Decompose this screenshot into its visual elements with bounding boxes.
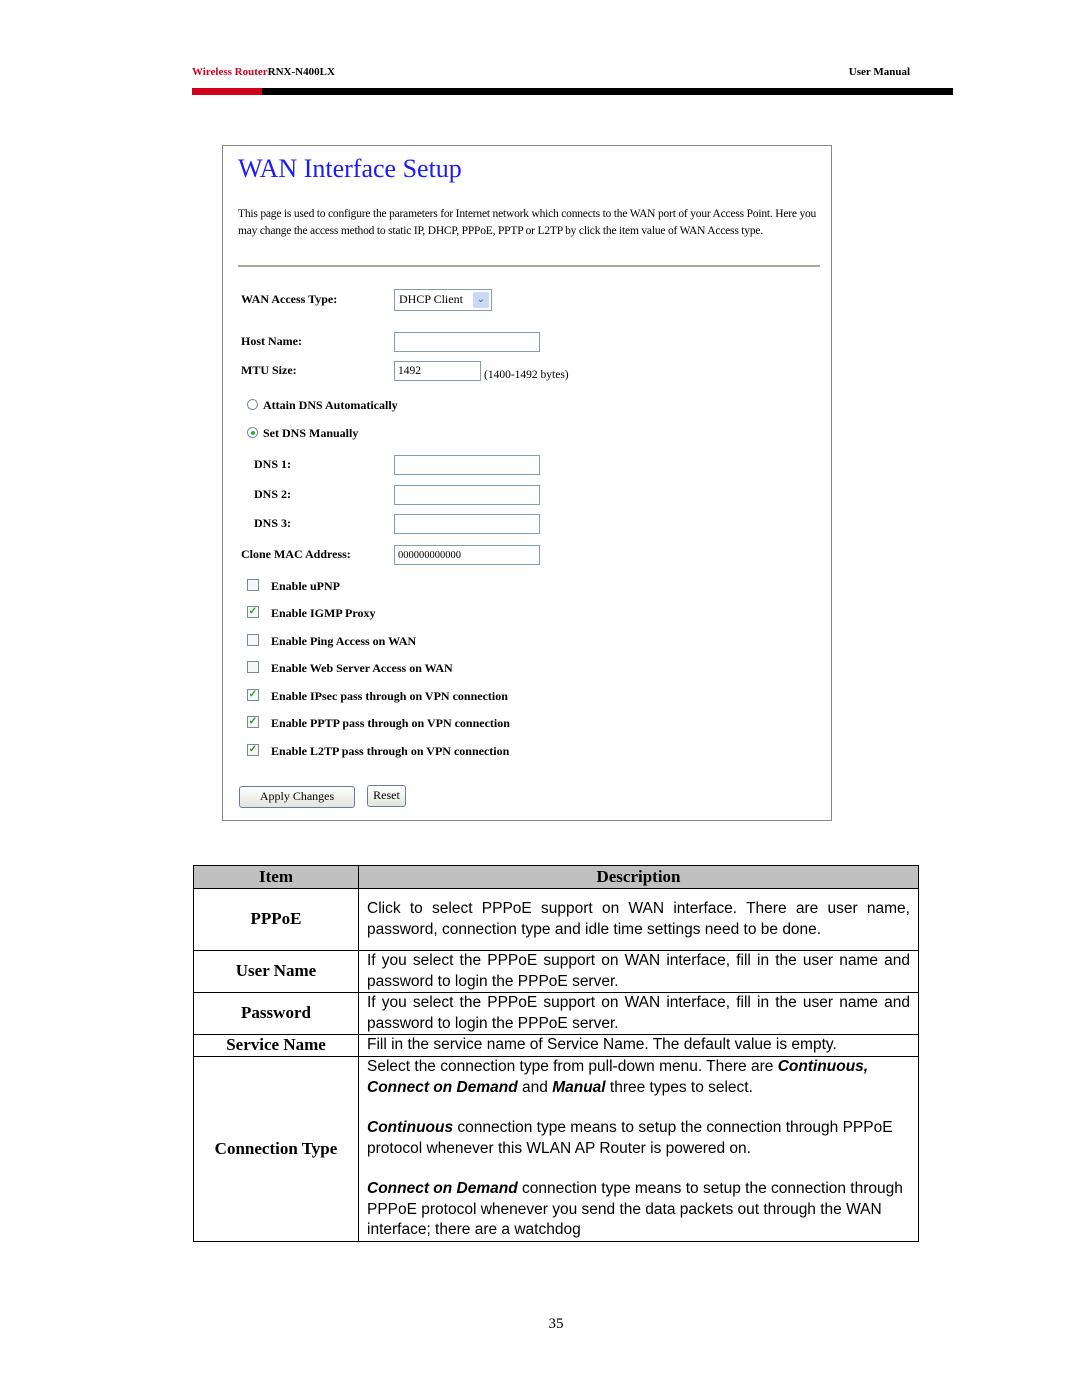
row-description: If you select the PPPoE support on WAN i… [358,950,919,993]
enable-ipsec-label: Enable IPsec pass through on VPN connect… [271,689,508,703]
clone-mac-input[interactable] [394,545,540,565]
table-row: User Name If you select the PPPoE suppor… [193,950,919,993]
wan-setup-screenshot: WAN Interface Setup This page is used to… [222,145,832,821]
row-item: Service Name [193,1034,359,1057]
column-header-description: Description [358,865,919,889]
header-doc-type: User Manual [848,66,910,78]
enable-pptp-label: Enable PPTP pass through on VPN connecti… [271,716,510,730]
row-item: Password [193,992,359,1035]
header-title: Wireless RouterRNX-N400LX [192,66,335,78]
mtu-size-input[interactable] [394,361,481,381]
enable-pptp-checkbox[interactable]: ✓ [247,716,259,728]
mtu-size-hint: (1400-1492 bytes) [484,369,569,381]
column-header-item: Item [193,865,359,889]
header-rule-accent [192,88,262,95]
row-description: Select the connection type from pull-dow… [358,1056,919,1242]
desc-emphasis: Manual [552,1078,606,1096]
intro-text: This page is used to configure the param… [238,208,817,237]
wan-access-type-value: DHCP Client [399,292,463,306]
apply-changes-button[interactable]: Apply Changes [239,786,355,808]
dns3-input[interactable] [394,514,540,534]
enable-ping-access-checkbox[interactable] [247,634,259,646]
table-header-row: Item Description [193,865,919,889]
enable-l2tp-label: Enable L2TP pass through on VPN connecti… [271,744,510,758]
set-dns-manually-label: Set DNS Manually [263,426,359,440]
clone-mac-label: Clone MAC Address: [241,547,351,561]
attain-dns-label: Attain DNS Automatically [263,398,398,412]
table-row: Connection Type Select the connection ty… [193,1056,919,1242]
header-brand: Wireless Router [192,66,268,78]
set-dns-manually-radio[interactable] [247,427,258,438]
dns2-label: DNS 2: [254,487,292,501]
table-row: Service Name Fill in the service name of… [193,1034,919,1057]
row-item: PPPoE [193,888,359,951]
enable-web-server-access-checkbox[interactable] [247,661,259,673]
reset-button[interactable]: Reset [367,785,406,807]
wan-access-type-label: WAN Access Type: [241,292,338,306]
mtu-size-label: MTU Size: [241,363,297,377]
enable-upnp-checkbox[interactable] [247,579,259,591]
header-rule [192,88,953,95]
enable-igmp-proxy-label: Enable IGMP Proxy [271,606,376,620]
row-description: Click to select PPPoE support on WAN int… [358,888,919,951]
attain-dns-radio[interactable] [247,399,258,410]
row-item: Connection Type [193,1056,359,1242]
host-name-label: Host Name: [241,334,302,348]
desc-text: and [517,1078,553,1096]
desc-emphasis: Connect on Demand [367,1180,518,1197]
enable-upnp-label: Enable uPNP [271,579,341,593]
table-row: Password If you select the PPPoE support… [193,992,919,1035]
host-name-input[interactable] [394,332,540,352]
divider [238,265,820,267]
description-table: Item Description PPPoE Click to select P… [193,865,919,1242]
desc-text: three types to select. [605,1078,753,1096]
row-description: Fill in the service name of Service Name… [358,1034,919,1057]
dns1-input[interactable] [394,455,540,475]
enable-web-server-access-label: Enable Web Server Access on WAN [271,661,453,675]
enable-l2tp-checkbox[interactable]: ✓ [247,744,259,756]
row-item: User Name [193,950,359,993]
dns2-input[interactable] [394,485,540,505]
chevron-down-icon[interactable]: ⌄ [473,292,489,308]
page-title: WAN Interface Setup [238,154,462,183]
enable-ipsec-checkbox[interactable]: ✓ [247,689,259,701]
row-description: If you select the PPPoE support on WAN i… [358,992,919,1035]
desc-text: Select the connection type from pull-dow… [367,1058,778,1075]
desc-emphasis: Continuous [367,1119,454,1136]
enable-igmp-proxy-checkbox[interactable]: ✓ [247,606,259,618]
enable-ping-access-label: Enable Ping Access on WAN [271,634,417,648]
header-model: RNX-N400LX [267,66,335,78]
page-number: 35 [548,1316,564,1332]
wan-access-type-select[interactable]: DHCP Client ⌄ [394,289,492,311]
dns1-label: DNS 1: [254,457,292,471]
dns3-label: DNS 3: [254,516,292,530]
table-row: PPPoE Click to select PPPoE support on W… [193,888,919,951]
